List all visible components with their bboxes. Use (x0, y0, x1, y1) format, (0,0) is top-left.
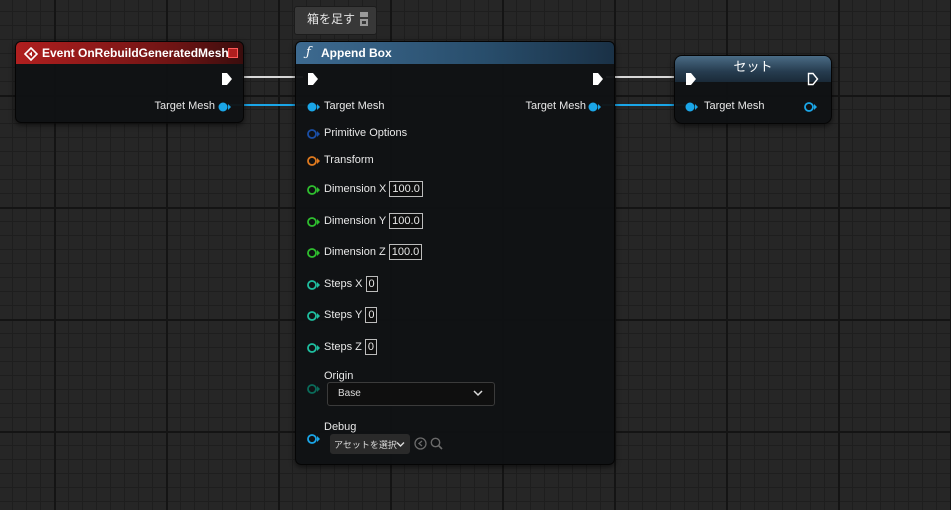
function-f-icon: ƒ (306, 45, 311, 60)
append-target-mesh-in-pin[interactable] (307, 100, 321, 118)
transform-label: Transform (324, 154, 374, 166)
debug-asset-picker[interactable]: アセットを選択 (330, 434, 410, 454)
dimension-z-label: Dimension Z (324, 246, 386, 258)
steps-x-input[interactable]: 0 (365, 276, 378, 292)
dimension-y-label: Dimension Y (324, 215, 387, 227)
debug-pin[interactable] (307, 432, 321, 450)
event-diamond-icon (23, 46, 39, 62)
append-target-mesh-out-pin[interactable] (588, 100, 602, 118)
steps-x-label: Steps X (324, 278, 363, 290)
use-selected-asset-icon[interactable] (414, 437, 427, 455)
dimension-x-pin[interactable] (307, 183, 321, 201)
transform-pin[interactable] (307, 154, 321, 172)
delegate-square-icon[interactable] (228, 48, 238, 58)
append-exec-out-pin[interactable] (592, 72, 604, 91)
set-exec-in-pin[interactable] (685, 72, 697, 91)
dimension-x-input[interactable]: 100.0 (389, 181, 423, 197)
browse-search-icon[interactable] (430, 437, 443, 455)
origin-pin[interactable] (307, 382, 321, 400)
steps-z-input[interactable]: 0 (364, 339, 378, 355)
dimension-y-input[interactable]: 100.0 (389, 213, 423, 229)
origin-dropdown[interactable]: Base (327, 382, 495, 406)
set-target-mesh-in-pin[interactable] (685, 100, 699, 118)
event-node-header[interactable]: Event OnRebuildGeneratedMesh (16, 42, 243, 64)
set-node[interactable]: セット Target Mesh (674, 55, 832, 124)
set-target-mesh-label: Target Mesh (704, 100, 765, 112)
dimension-z-pin[interactable] (307, 246, 321, 264)
steps-y-pin[interactable] (307, 309, 321, 327)
steps-y-label: Steps Y (324, 309, 363, 321)
debug-asset-select-text: アセットを選択 (334, 440, 397, 450)
dimension-x-label: Dimension X (324, 183, 387, 195)
event-node[interactable]: Event OnRebuildGeneratedMesh Target Mesh (15, 41, 244, 123)
steps-x-pin[interactable] (307, 278, 321, 296)
append-target-mesh-in-label: Target Mesh (324, 100, 385, 112)
chevron-down-icon (473, 389, 483, 400)
event-target-mesh-pin[interactable] (218, 100, 232, 118)
event-target-mesh-label: Target Mesh (154, 100, 215, 112)
event-node-title: Event OnRebuildGeneratedMesh (42, 46, 229, 60)
primitive-options-label: Primitive Options (324, 127, 408, 139)
append-exec-in-pin[interactable] (307, 72, 319, 91)
chevron-down-icon (396, 440, 405, 451)
primitive-options-pin[interactable] (307, 127, 321, 145)
tooltip-box: 箱を足す (294, 6, 377, 35)
origin-selected-value: Base (338, 388, 361, 399)
steps-z-pin[interactable] (307, 341, 321, 359)
append-box-node[interactable]: ƒ Append Box Target Mesh Target Mesh Pri… (295, 41, 615, 465)
event-exec-out-pin[interactable] (221, 72, 233, 91)
append-box-title: Append Box (321, 46, 392, 60)
save-disk-icon (359, 11, 369, 27)
set-node-title: セット (733, 59, 773, 74)
dimension-y-pin[interactable] (307, 215, 321, 233)
set-target-mesh-out-pin[interactable] (804, 100, 818, 118)
steps-y-input[interactable]: 0 (365, 307, 378, 323)
append-target-mesh-out-label: Target Mesh (525, 100, 586, 112)
set-exec-out-pin[interactable] (807, 72, 819, 91)
tooltip-label: 箱を足す (307, 12, 356, 26)
steps-z-label: Steps Z (324, 341, 362, 353)
append-box-header[interactable]: ƒ Append Box (296, 42, 614, 64)
dimension-z-input[interactable]: 100.0 (388, 244, 423, 260)
debug-label: Debug (324, 421, 357, 433)
